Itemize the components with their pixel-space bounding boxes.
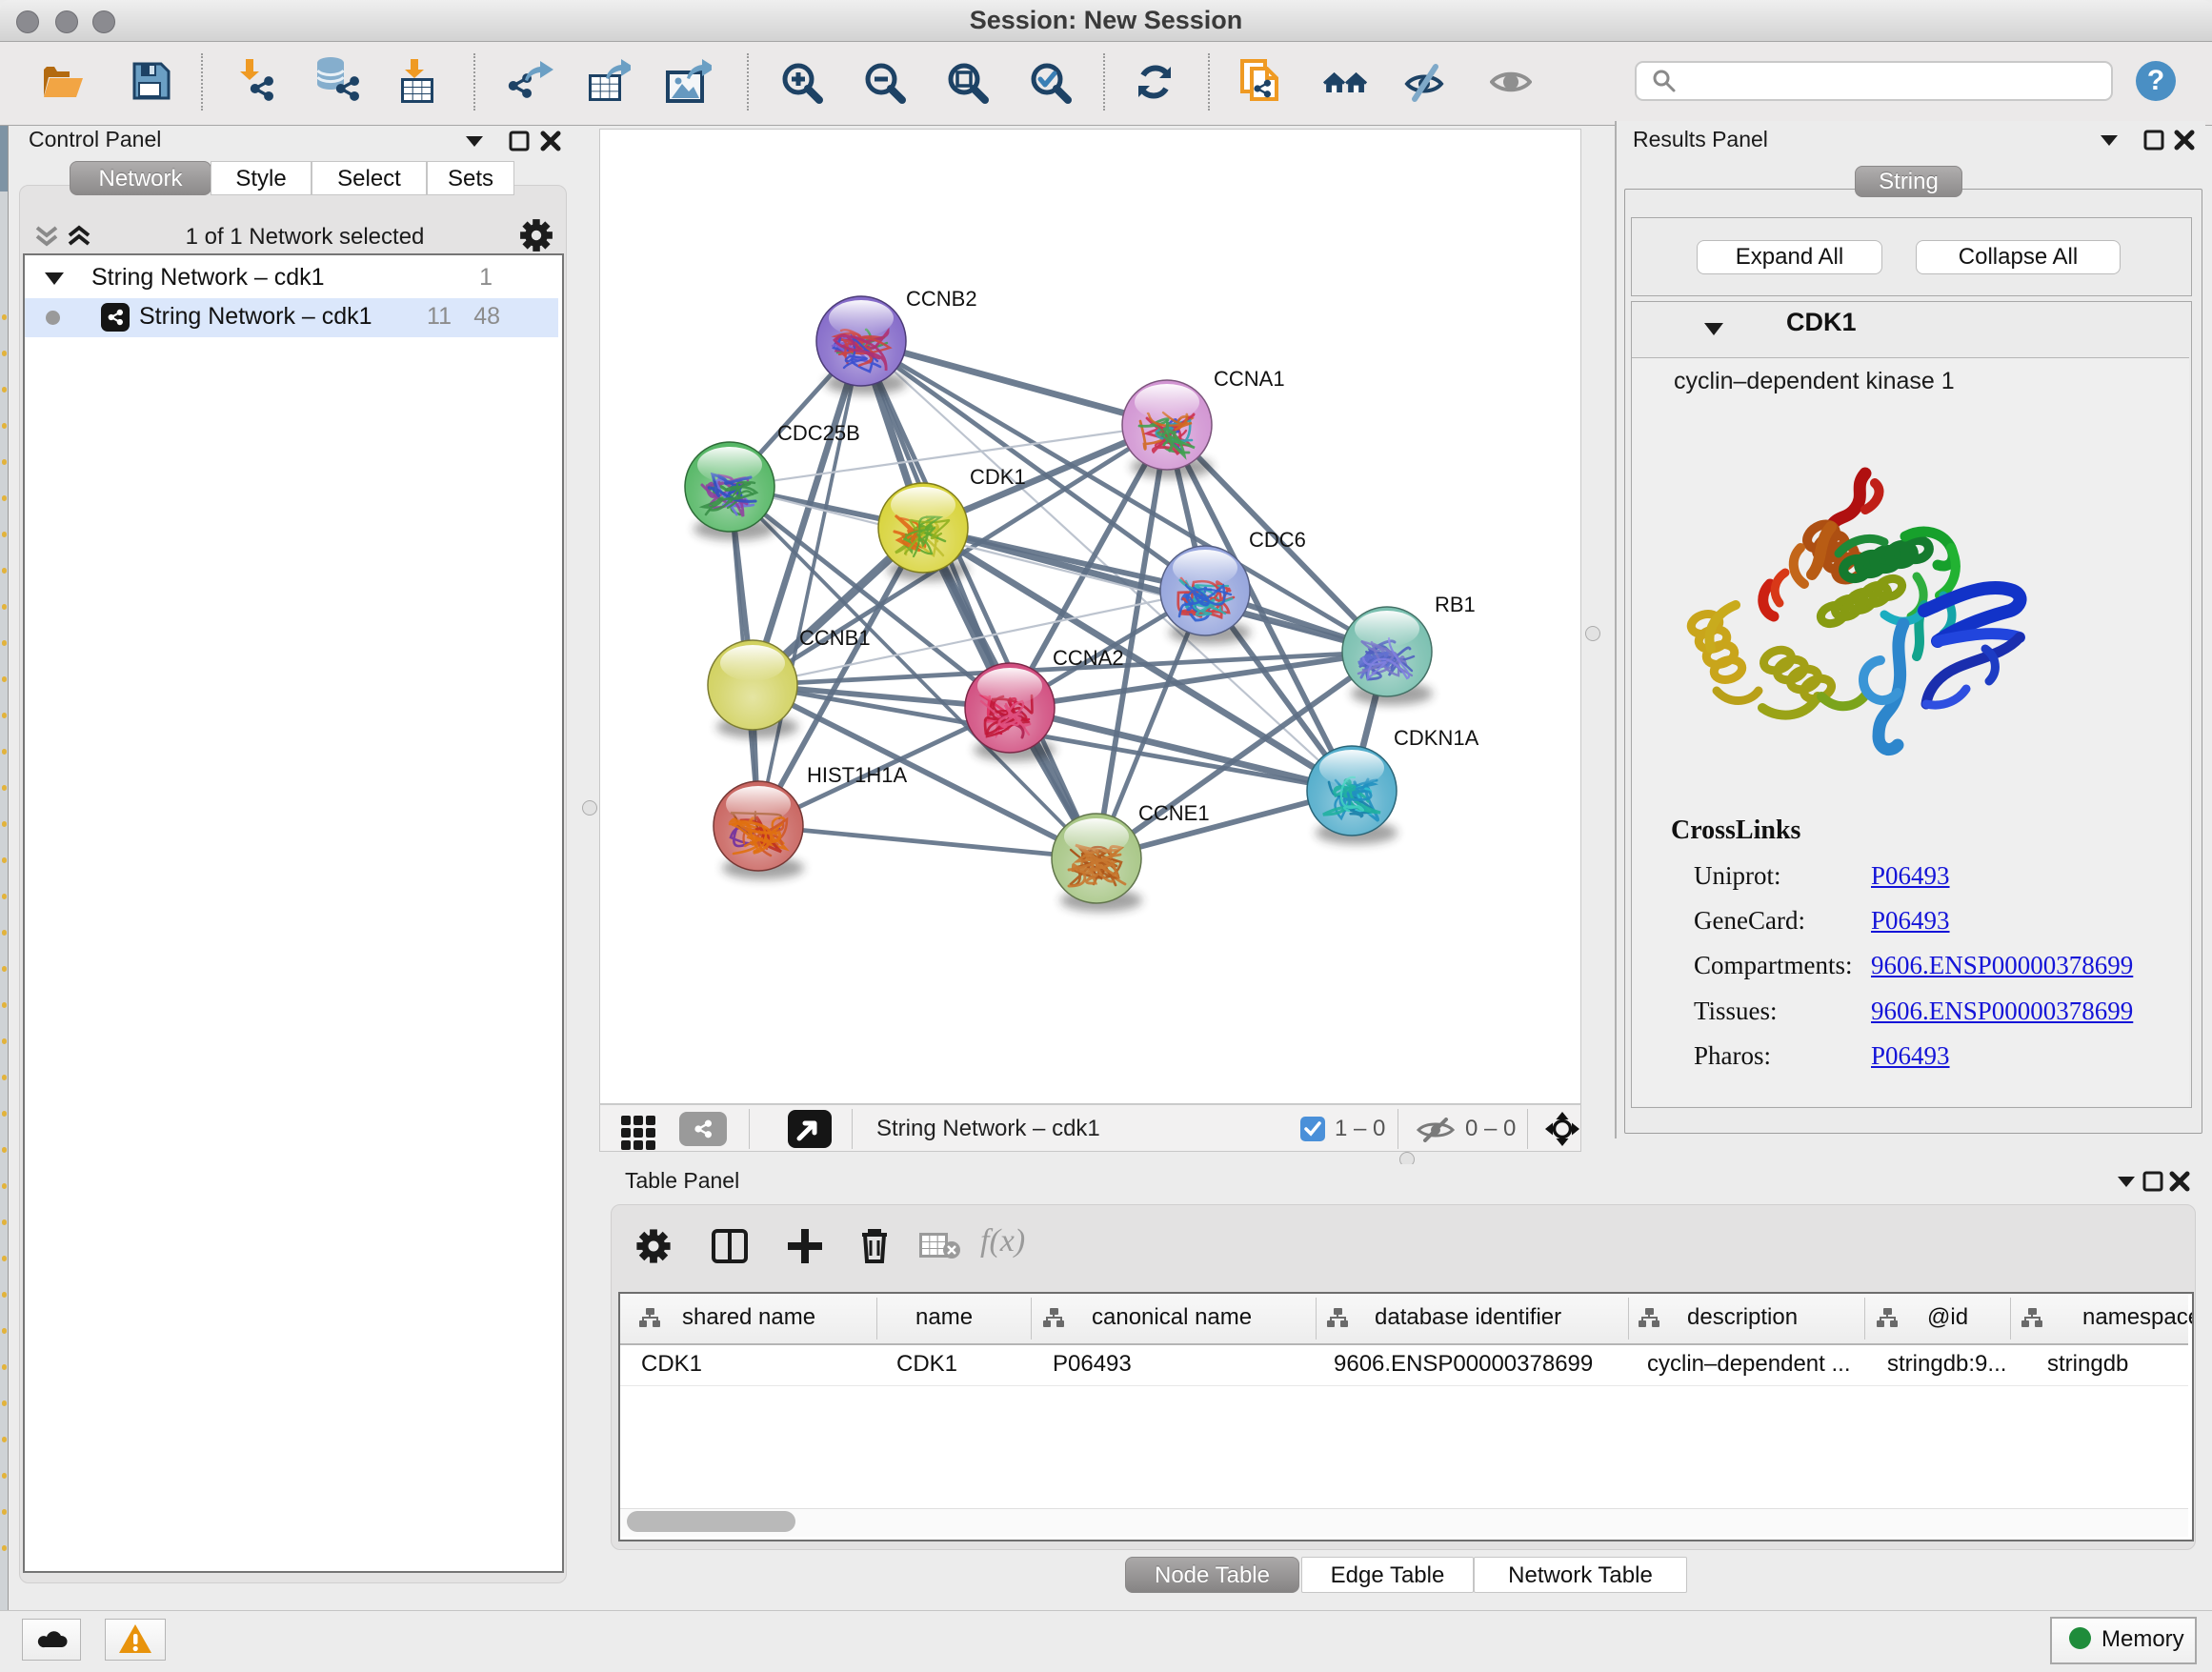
svg-text:CCNB1: CCNB1 (799, 626, 871, 650)
svg-text:CDKN1A: CDKN1A (1394, 726, 1479, 750)
svg-text:CCNA1: CCNA1 (1214, 367, 1285, 391)
svg-text:CCNE1: CCNE1 (1138, 801, 1210, 825)
svg-text:HIST1H1A: HIST1H1A (807, 763, 907, 787)
svg-text:CDK1: CDK1 (970, 465, 1026, 489)
svg-text:?: ? (2147, 65, 2164, 96)
svg-text:CDC25B: CDC25B (777, 421, 860, 445)
svg-text:RB1: RB1 (1435, 593, 1476, 616)
svg-text:CDC6: CDC6 (1249, 528, 1306, 552)
svg-text:CCNA2: CCNA2 (1053, 646, 1124, 670)
svg-text:CCNB2: CCNB2 (906, 287, 977, 311)
